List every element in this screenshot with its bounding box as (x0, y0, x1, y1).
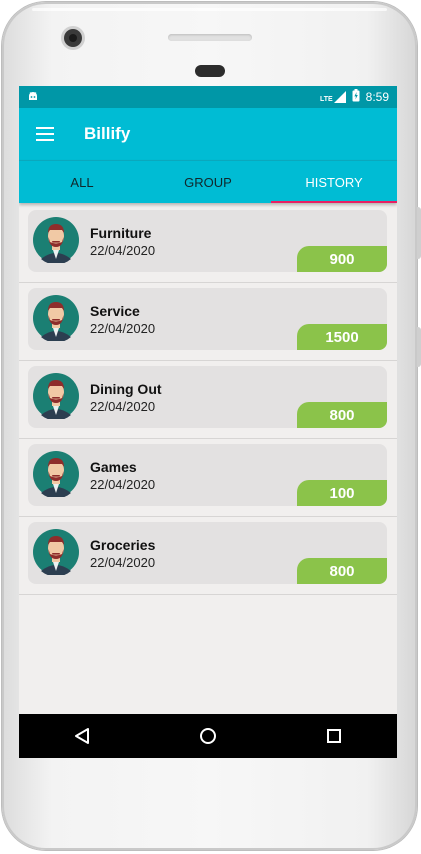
tab-history[interactable]: HISTORY (271, 161, 397, 203)
status-bar: LTE 8:59 (19, 86, 397, 108)
item-name: Games (90, 459, 137, 475)
item-date: 22/04/2020 (90, 399, 156, 414)
system-nav-bar (19, 714, 397, 758)
home-circle-icon[interactable] (188, 716, 228, 756)
item-name: Groceries (90, 537, 156, 553)
amount-badge: 1500 (297, 324, 387, 350)
item-date: 22/04/2020 (90, 555, 156, 570)
history-card[interactable]: Service 22/04/2020 1500 (28, 288, 387, 350)
list-item[interactable]: Groceries 22/04/2020 800 (19, 517, 397, 595)
history-card[interactable]: Dining Out 22/04/2020 800 (28, 366, 387, 428)
item-name: Furniture (90, 225, 152, 241)
amount-badge: 800 (297, 402, 387, 428)
avatar (33, 373, 79, 421)
avatar (33, 217, 79, 265)
list-item[interactable]: Service 22/04/2020 1500 (19, 283, 397, 361)
battery-icon (352, 89, 360, 105)
lte-icon: LTE (320, 91, 346, 103)
amount-badge: 900 (297, 246, 387, 272)
app-title: Billify (84, 124, 131, 143)
android-debug-icon (27, 90, 39, 105)
avatar (33, 451, 79, 499)
avatar (33, 295, 79, 343)
amount-badge: 100 (297, 480, 387, 506)
recents-square-icon[interactable] (314, 716, 354, 756)
tab-bar: ALL GROUP HISTORY (19, 160, 397, 203)
clock-time: 8:59 (365, 90, 389, 104)
history-card[interactable]: Groceries 22/04/2020 800 (28, 522, 387, 584)
list-item[interactable]: Dining Out 22/04/2020 800 (19, 361, 397, 439)
earpiece-speaker (168, 34, 252, 41)
history-card[interactable]: Furniture 22/04/2020 900 (28, 210, 387, 272)
item-name: Service (90, 303, 140, 319)
back-triangle-icon[interactable] (62, 716, 102, 756)
item-name: Dining Out (90, 381, 162, 397)
tab-group[interactable]: GROUP (145, 161, 271, 203)
item-date: 22/04/2020 (90, 477, 156, 492)
tab-all[interactable]: ALL (19, 161, 145, 203)
hamburger-menu-icon[interactable] (36, 127, 54, 141)
avatar (33, 529, 79, 577)
front-camera (64, 29, 82, 47)
proximity-sensor (195, 65, 225, 77)
screen: LTE 8:59 Billify ALL GROUP HISTORY Furni… (19, 86, 397, 758)
history-list: Furniture 22/04/2020 900 Service 22/04/2… (19, 203, 397, 595)
volume-button (417, 207, 421, 259)
item-date: 22/04/2020 (90, 243, 156, 258)
item-date: 22/04/2020 (90, 321, 156, 336)
power-button (417, 327, 421, 367)
list-item[interactable]: Games 22/04/2020 100 (19, 439, 397, 517)
amount-badge: 800 (297, 558, 387, 584)
list-item[interactable]: Furniture 22/04/2020 900 (19, 205, 397, 283)
app-bar: Billify (19, 108, 397, 160)
history-card[interactable]: Games 22/04/2020 100 (28, 444, 387, 506)
